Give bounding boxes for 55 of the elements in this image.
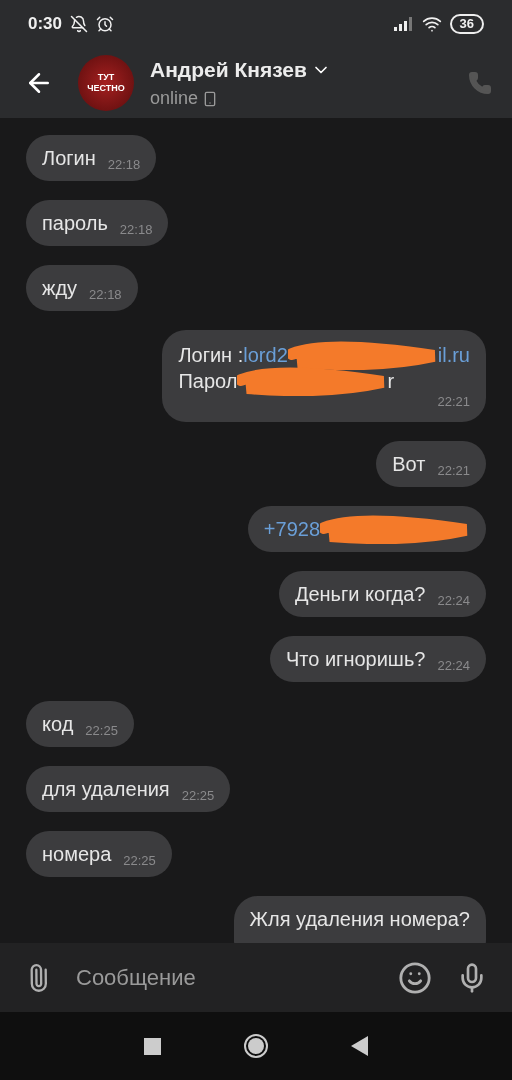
presence-status: online xyxy=(150,87,199,111)
alarm-icon xyxy=(96,15,115,33)
signal-icon xyxy=(393,17,414,31)
message-text: Парол xyxy=(178,369,238,394)
incoming-message-bubble[interactable]: Логин 22:18 xyxy=(26,135,157,181)
incoming-message-bubble[interactable]: пароль 22:18 xyxy=(26,200,169,246)
outgoing-message-bubble[interactable]: +7928 xyxy=(247,506,486,552)
avatar-text: ЧЕСТНО xyxy=(87,83,125,94)
outgoing-message-bubble[interactable]: Деньги когда? 22:24 xyxy=(278,571,486,617)
message-link[interactable]: +7928 xyxy=(263,516,320,542)
message-text: номера xyxy=(42,842,112,867)
muted-bell-icon xyxy=(70,15,89,33)
message-text: Деньги когда? xyxy=(294,582,426,607)
message-time: 22:24 xyxy=(437,593,470,609)
message-input[interactable]: Сообщение xyxy=(76,961,398,994)
message-text: код xyxy=(42,712,74,737)
message-text: r xyxy=(387,369,395,394)
outgoing-message-bubble[interactable]: Что игноришь? 22:24 xyxy=(270,636,486,682)
outgoing-message-bubble[interactable]: Логин :lord2 il.ru Парол r 22:21 xyxy=(162,330,486,422)
message-text: жду xyxy=(42,276,78,301)
message-text: Логин xyxy=(42,146,96,171)
message-text: для удаления xyxy=(42,777,170,802)
incoming-message-bubble[interactable]: номера 22:25 xyxy=(26,831,172,877)
message-time: 22:25 xyxy=(181,788,215,804)
battery-indicator: 36 xyxy=(449,14,484,34)
incoming-message-bubble[interactable]: код 22:25 xyxy=(26,701,134,747)
incoming-message-bubble[interactable]: жду 22:18 xyxy=(26,265,138,311)
message-text: Логин : xyxy=(178,343,244,368)
message-text: пароль xyxy=(42,211,108,236)
message-time: 22:25 xyxy=(85,723,118,739)
outgoing-message-bubble[interactable]: Жля удаления номера? xyxy=(233,896,486,943)
message-time: 22:21 xyxy=(437,394,470,410)
wifi-icon xyxy=(421,14,442,34)
contact-name[interactable]: Андрей Князев xyxy=(150,53,307,86)
message-link[interactable]: il.ru xyxy=(437,342,470,368)
message-time: 22:18 xyxy=(89,287,122,303)
message-text: Что игноришь? xyxy=(286,647,426,672)
message-text: Вот xyxy=(392,452,426,477)
recents-icon[interactable] xyxy=(144,1037,161,1055)
message-time: 22:18 xyxy=(107,157,141,173)
message-composer[interactable]: Сообщение xyxy=(0,943,512,1012)
emoji-icon[interactable] xyxy=(398,960,432,995)
home-icon[interactable] xyxy=(243,1033,269,1059)
message-time: 22:25 xyxy=(123,853,156,869)
message-link[interactable]: lord2 xyxy=(243,342,288,368)
incoming-message-bubble[interactable]: для удаления 22:25 xyxy=(26,766,231,812)
message-time: 22:18 xyxy=(119,222,153,238)
message-time: 22:21 xyxy=(437,463,470,479)
message-text: Жля удаления номера? xyxy=(249,907,470,932)
back-nav-icon[interactable] xyxy=(351,1036,368,1056)
message-time: 22:24 xyxy=(437,658,470,674)
outgoing-message-bubble[interactable]: Вот 22:21 xyxy=(376,441,486,487)
clock: 0:30 xyxy=(28,13,63,36)
avatar-text: ТУТ xyxy=(97,72,115,83)
avatar[interactable]: ТУТ ЧЕСТНО xyxy=(78,55,134,111)
